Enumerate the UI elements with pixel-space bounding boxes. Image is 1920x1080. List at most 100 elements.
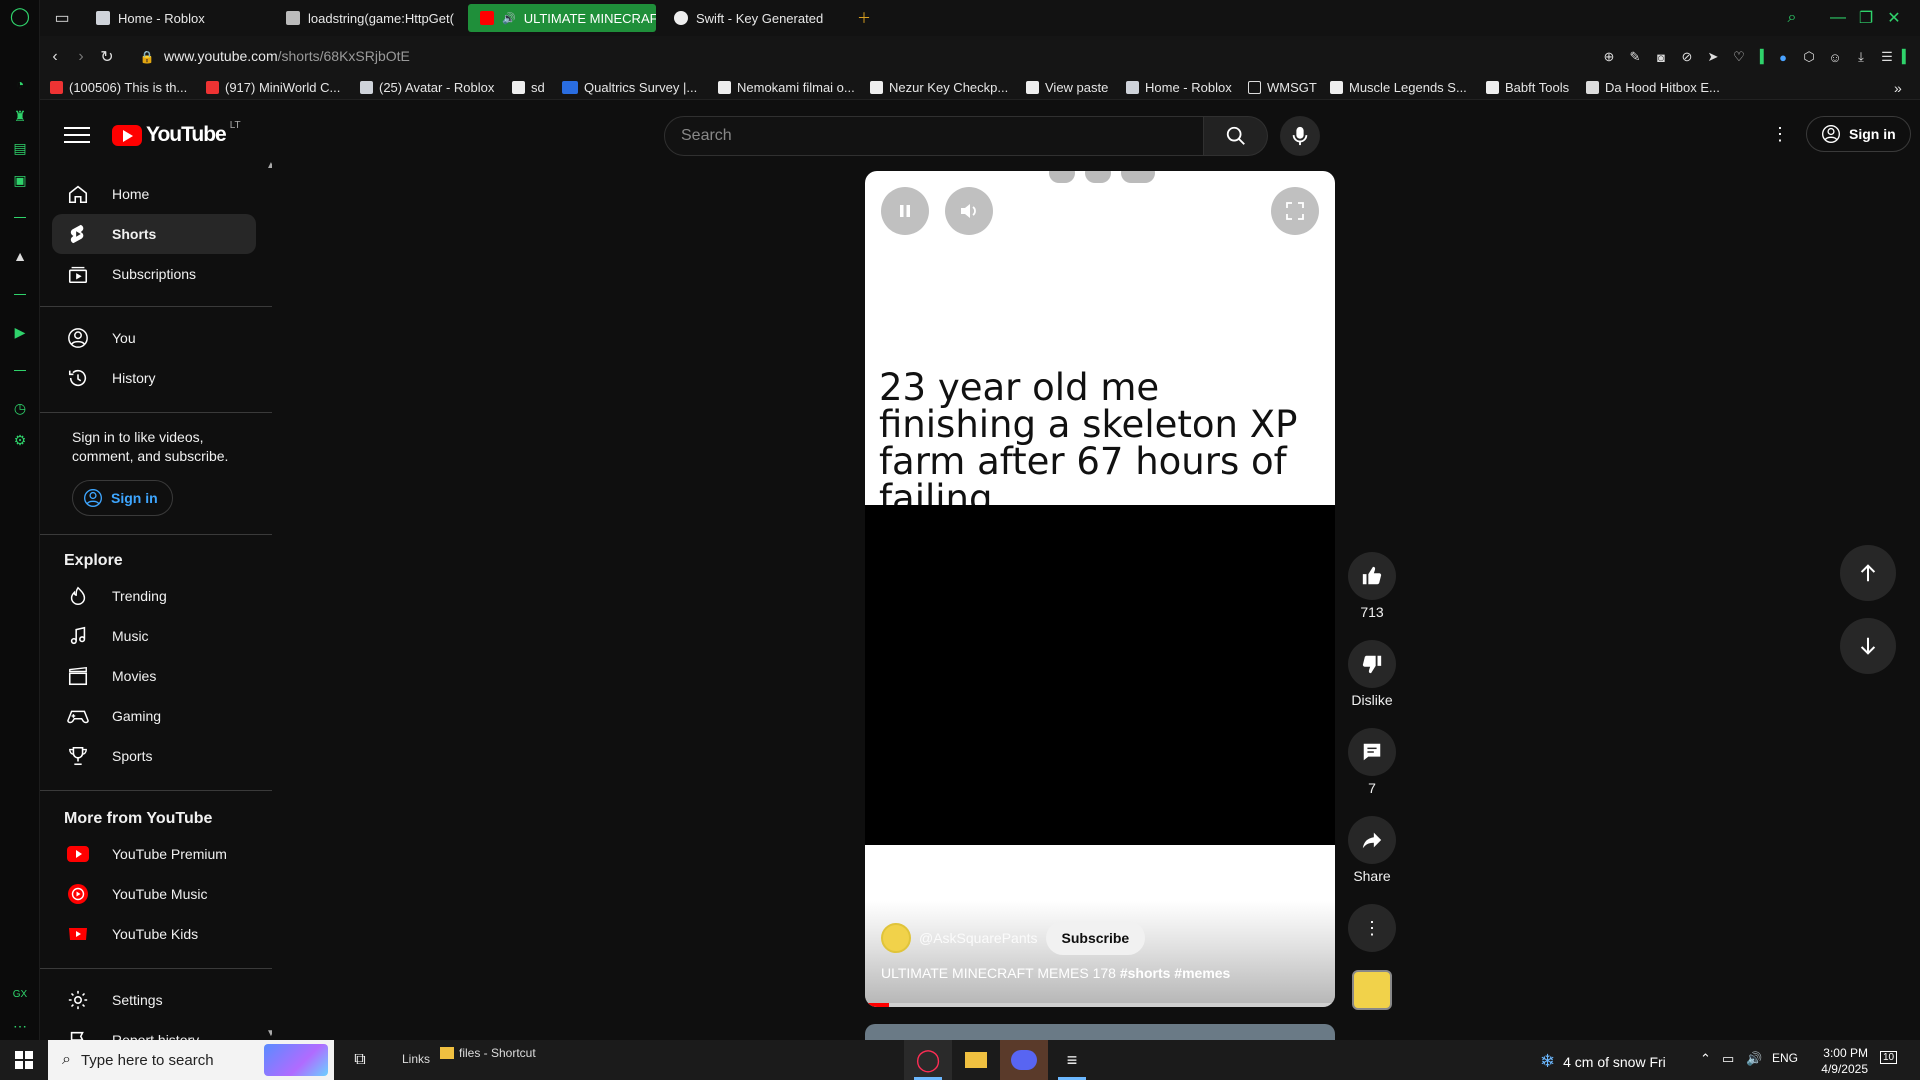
sidebar-item-music[interactable]: Music xyxy=(52,616,256,656)
camera-icon[interactable]: ◙ xyxy=(1652,48,1670,66)
scroll-down-icon[interactable]: ▼ xyxy=(266,1028,272,1039)
hashtag-link[interactable]: #shorts xyxy=(1120,965,1171,981)
bookmark-item[interactable]: Da Hood Hitbox E... xyxy=(1586,80,1720,95)
start-button[interactable] xyxy=(0,1040,48,1080)
edit-icon[interactable]: ✎ xyxy=(1626,48,1644,66)
taskbar-search-input[interactable]: ⌕ Type here to search xyxy=(48,1040,334,1080)
bookmark-item[interactable]: View paste xyxy=(1026,80,1108,95)
bookmark-item[interactable]: (917) MiniWorld C... xyxy=(206,80,340,95)
opera-logo-icon[interactable]: ◯ xyxy=(10,6,30,26)
reload-icon[interactable]: ↻ xyxy=(96,46,118,68)
file-explorer-taskbar-app[interactable] xyxy=(952,1040,1000,1080)
vpn-icon[interactable]: ● xyxy=(1774,48,1792,66)
like-button[interactable] xyxy=(1348,552,1396,600)
sidebar-item-gaming[interactable]: Gaming xyxy=(52,696,256,736)
easy-setup-icon[interactable]: ☰ xyxy=(1878,48,1896,66)
gx-control-icon[interactable]: ◔ xyxy=(10,74,30,94)
sidebar-item-youtube-music[interactable]: YouTube Music xyxy=(52,874,256,914)
sidebar-item-sports[interactable]: Sports xyxy=(52,736,256,776)
scroll-up-icon[interactable]: ▲ xyxy=(266,160,272,171)
bookmarks-overflow-icon[interactable]: » xyxy=(1894,80,1902,96)
next-short-preview[interactable] xyxy=(865,1024,1335,1040)
channel-name[interactable]: @AskSquarePants xyxy=(919,930,1038,946)
search-input[interactable]: Search xyxy=(664,116,1204,156)
pause-button[interactable] xyxy=(881,187,929,235)
overlay-control-icon[interactable] xyxy=(1085,171,1111,183)
messenger-icon[interactable]: ▣ xyxy=(10,170,30,190)
sidebar-item-report-history[interactable]: Report history xyxy=(52,1020,256,1040)
tab-swift[interactable]: Swift - Key Generated xyxy=(662,4,852,32)
share-button[interactable] xyxy=(1348,816,1396,864)
next-short-button[interactable] xyxy=(1840,618,1896,674)
more-actions-button[interactable]: ⋮ xyxy=(1348,904,1396,952)
voice-search-button[interactable] xyxy=(1280,116,1320,156)
bookmark-item[interactable]: Nemokami filmai o... xyxy=(718,80,855,95)
bookmark-item[interactable]: Babft Tools xyxy=(1486,80,1569,95)
lock-icon[interactable]: 🔒 xyxy=(136,46,158,68)
files-shortcut[interactable]: files - Shortcut xyxy=(440,1046,536,1060)
extensions-icon[interactable]: ⬡ xyxy=(1800,48,1818,66)
volume-tray-icon[interactable]: 🔊 xyxy=(1746,1051,1762,1067)
back-icon[interactable]: ‹ xyxy=(44,46,66,68)
bookmark-item[interactable]: Home - Roblox xyxy=(1126,80,1232,95)
tab-workspace-icon[interactable]: ▭ xyxy=(50,6,74,30)
overlay-control-icon[interactable] xyxy=(1121,171,1155,183)
download-icon[interactable]: ⤓ xyxy=(1852,48,1870,66)
bookmark-item[interactable]: Nezur Key Checkp... xyxy=(870,80,1008,95)
hashtag-link[interactable]: #memes xyxy=(1174,965,1230,981)
bookmark-item[interactable]: sd xyxy=(512,80,545,95)
tab-loadstring[interactable]: loadstring(game:HttpGet( xyxy=(274,4,454,32)
discord-taskbar-app[interactable] xyxy=(1000,1040,1048,1080)
history-rail-icon[interactable]: ◷ xyxy=(10,398,30,418)
minimize-icon[interactable]: — xyxy=(1826,6,1850,30)
comments-button[interactable] xyxy=(1348,728,1396,776)
youtube-logo[interactable]: YouTube LT xyxy=(112,120,241,147)
send-icon[interactable]: ➤ xyxy=(1704,48,1722,66)
maximize-icon[interactable]: ❐ xyxy=(1854,6,1878,30)
sign-in-button[interactable]: Sign in xyxy=(1806,116,1911,152)
profile-icon[interactable]: ☺ xyxy=(1826,48,1844,66)
opera-gx-taskbar-app[interactable]: ◯ xyxy=(904,1040,952,1080)
bookmark-item[interactable]: (100506) This is th... xyxy=(50,80,187,95)
sidebar-item-trending[interactable]: Trending xyxy=(52,576,256,616)
bookmark-item[interactable]: (25) Avatar - Roblox xyxy=(360,80,494,95)
notification-center[interactable]: 10 xyxy=(1880,1051,1898,1064)
volume-button[interactable] xyxy=(945,187,993,235)
bookmark-item[interactable]: Muscle Legends S... xyxy=(1330,80,1467,95)
new-tab-icon[interactable]: ＋ xyxy=(852,6,876,30)
previous-short-button[interactable] xyxy=(1840,545,1896,601)
sidebar-item-youtube-premium[interactable]: YouTube Premium xyxy=(52,834,256,874)
ai-icon[interactable]: ▲ xyxy=(10,246,30,266)
settings-rail-icon[interactable]: ⚙ xyxy=(10,430,30,450)
gx-corner-icon[interactable]: ♜ xyxy=(10,106,30,126)
sidebar-item-settings[interactable]: Settings xyxy=(52,980,256,1020)
tab-roblox[interactable]: Home - Roblox xyxy=(84,4,264,32)
sidebar-item-you[interactable]: You xyxy=(52,318,256,358)
zoom-icon[interactable]: ⊕ xyxy=(1600,48,1618,66)
hamburger-menu-icon[interactable] xyxy=(64,122,90,148)
links-toolbar[interactable]: Links xyxy=(402,1052,430,1066)
weather-widget[interactable]: ❄ 4 cm of snow Fri xyxy=(1540,1051,1666,1072)
progress-bar[interactable] xyxy=(865,1003,1335,1007)
sound-thumbnail[interactable] xyxy=(1352,970,1392,1010)
settings-menu-icon[interactable]: ⋮ xyxy=(1768,124,1792,148)
network-icon[interactable]: ▭ xyxy=(1722,1051,1734,1067)
fullscreen-button[interactable] xyxy=(1271,187,1319,235)
app-taskbar-app[interactable]: ≡ xyxy=(1048,1040,1096,1080)
heart-icon[interactable]: ♡ xyxy=(1730,48,1748,66)
more-rail-icon[interactable]: ⋯ xyxy=(10,1016,30,1036)
tab-youtube-active[interactable]: 🔊 ULTIMATE MINECRAF xyxy=(468,4,656,32)
sidebar-sign-in-button[interactable]: Sign in xyxy=(72,480,173,516)
overlay-control-icon[interactable] xyxy=(1049,171,1075,183)
sidebar-item-subscriptions[interactable]: Subscriptions xyxy=(52,254,256,294)
sidebar-item-history[interactable]: History xyxy=(52,358,256,398)
bookmark-folder[interactable]: WMSGT xyxy=(1248,80,1317,95)
gx-icon[interactable]: GX xyxy=(10,984,30,1004)
tray-overflow-icon[interactable]: ⌃ xyxy=(1700,1051,1711,1067)
block-icon[interactable]: ⊘ xyxy=(1678,48,1696,66)
task-view-icon[interactable]: ⧉ xyxy=(336,1040,384,1080)
dislike-button[interactable] xyxy=(1348,640,1396,688)
clock[interactable]: 3:00 PM 4/9/2025 xyxy=(1812,1045,1868,1077)
twitch-icon[interactable]: ▤ xyxy=(10,138,30,158)
bookmark-item[interactable]: Qualtrics Survey |... xyxy=(562,80,697,95)
